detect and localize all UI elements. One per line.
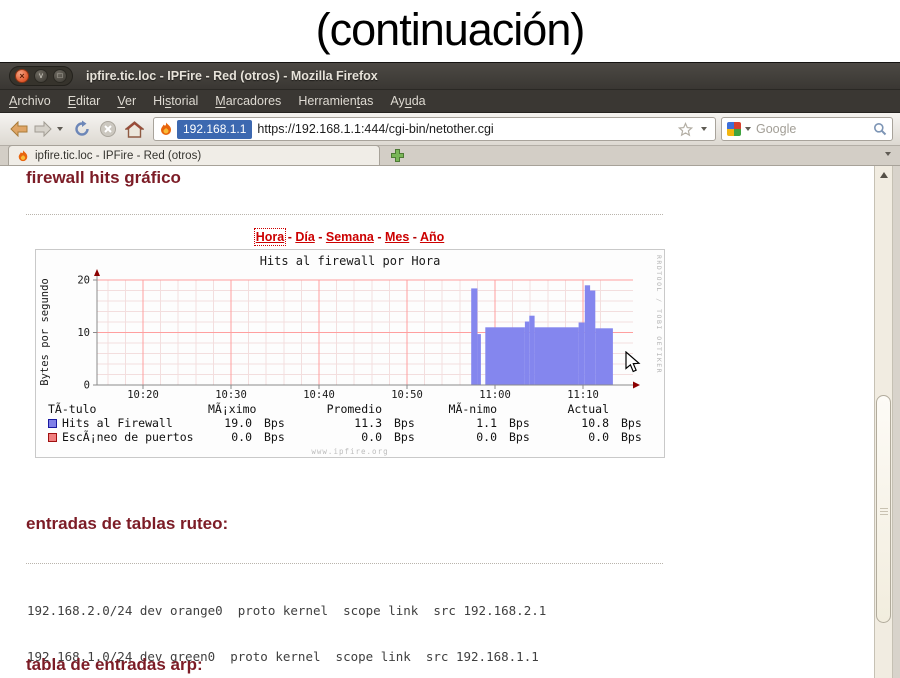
firefox-window: × v □ ipfire.tic.loc - IPFire - Red (otr… bbox=[0, 62, 900, 675]
svg-text:Bytes por segundo: Bytes por segundo bbox=[39, 278, 51, 385]
link-semana[interactable]: Semana bbox=[326, 230, 374, 244]
history-chevron-icon[interactable] bbox=[57, 127, 63, 131]
link-dia[interactable]: Día bbox=[295, 230, 314, 244]
rrdtool-credit: RRDTOOL / TOBI OETIKER bbox=[655, 255, 663, 374]
legend-header-row: TÃ-tulo MÃ¡ximo Promedio MÃ-nimo Actual bbox=[36, 402, 664, 416]
tab-list-chevron-icon[interactable] bbox=[885, 152, 891, 156]
svg-text:10: 10 bbox=[77, 327, 90, 339]
graph-legend: TÃ-tulo MÃ¡ximo Promedio MÃ-nimo Actual … bbox=[36, 402, 664, 444]
window-edge bbox=[893, 166, 900, 678]
divider bbox=[26, 563, 663, 564]
menu-historial[interactable]: Historial bbox=[153, 94, 198, 108]
link-separator: - bbox=[409, 230, 420, 244]
home-icon[interactable] bbox=[125, 121, 144, 138]
search-input[interactable] bbox=[756, 122, 873, 136]
tab-favicon-icon bbox=[17, 150, 29, 162]
tab-title: ipfire.tic.loc - IPFire - Red (otros) bbox=[35, 150, 201, 162]
link-ano[interactable]: Año bbox=[420, 230, 444, 244]
ipfire-watermark: www.ipfire.org bbox=[36, 447, 664, 456]
site-favicon-icon[interactable] bbox=[159, 122, 173, 136]
rrd-graph: 10:20 10:30 10:40 10:50 11:00 11:10 0 10 20 Hits … bbox=[35, 249, 665, 458]
menu-ver[interactable]: Ver bbox=[117, 94, 136, 108]
link-separator: - bbox=[284, 230, 295, 244]
link-mes[interactable]: Mes bbox=[385, 230, 409, 244]
menu-editar[interactable]: Editar bbox=[68, 94, 101, 108]
svg-text:10:30: 10:30 bbox=[215, 389, 247, 401]
route-line: 192.168.2.0/24 dev orange0 proto kernel … bbox=[27, 603, 644, 618]
back-icon[interactable] bbox=[9, 121, 29, 137]
menu-marcadores[interactable]: Marcadores bbox=[215, 94, 281, 108]
scrollbar-grip bbox=[880, 506, 888, 517]
menubar: Archivo Editar Ver Historial Marcadores … bbox=[0, 90, 900, 113]
window-title: ipfire.tic.loc - IPFire - Red (otros) - … bbox=[86, 69, 378, 83]
minimize-button[interactable]: v bbox=[34, 69, 48, 83]
navigation-toolbar: 192.168.1.1 https://192.168.1.1:444/cgi-… bbox=[0, 113, 900, 146]
new-tab-icon[interactable] bbox=[390, 148, 405, 163]
scroll-up-icon[interactable] bbox=[880, 172, 888, 178]
legend-row-portscan: EscÃ¡neo de puertos 0.0Bps 0.0Bps 0.0Bps… bbox=[36, 430, 664, 444]
scrollbar-thumb[interactable] bbox=[876, 395, 891, 623]
reload-icon[interactable] bbox=[73, 120, 91, 138]
svg-text:10:20: 10:20 bbox=[127, 389, 159, 401]
search-magnifier-icon[interactable] bbox=[873, 122, 887, 136]
url-bar[interactable]: 192.168.1.1 https://192.168.1.1:444/cgi-… bbox=[153, 117, 716, 141]
menu-archivo[interactable]: Archivo bbox=[9, 94, 51, 108]
bookmark-star-icon[interactable] bbox=[678, 122, 693, 137]
menu-herramientas[interactable]: Herramientas bbox=[298, 94, 373, 108]
window-controls: × v □ bbox=[9, 66, 73, 86]
scrollbar-track[interactable] bbox=[874, 166, 893, 678]
period-links: Hora - Día - Semana - Mes - Año bbox=[35, 230, 665, 244]
svg-text:11:00: 11:00 bbox=[479, 389, 511, 401]
svg-text:20: 20 bbox=[77, 275, 90, 287]
slide-title: (continuación) bbox=[0, 0, 900, 62]
legend-swatch-portscan bbox=[48, 433, 57, 442]
close-button[interactable]: × bbox=[15, 69, 29, 83]
heading-arp-table: tabla de entradas arp: bbox=[26, 655, 203, 675]
url-text[interactable]: https://192.168.1.1:444/cgi-bin/netother… bbox=[257, 122, 493, 136]
forward-icon[interactable] bbox=[33, 121, 53, 137]
search-box[interactable] bbox=[721, 117, 893, 141]
tab-strip: ipfire.tic.loc - IPFire - Red (otros) bbox=[0, 146, 900, 166]
search-engine-icon[interactable] bbox=[727, 122, 741, 136]
menu-ayuda[interactable]: Ayuda bbox=[390, 94, 425, 108]
divider bbox=[26, 214, 663, 215]
mouse-cursor bbox=[625, 351, 641, 373]
tab-ipfire[interactable]: ipfire.tic.loc - IPFire - Red (otros) bbox=[8, 145, 380, 165]
svg-text:10:50: 10:50 bbox=[391, 389, 423, 401]
search-engine-dropdown-icon[interactable] bbox=[745, 127, 751, 131]
svg-text:11:10: 11:10 bbox=[567, 389, 599, 401]
vertical-scrollbar[interactable] bbox=[874, 166, 900, 678]
legend-swatch-hits bbox=[48, 419, 57, 428]
svg-text:Hits al firewall por Hora: Hits al firewall por Hora bbox=[260, 254, 441, 268]
maximize-button[interactable]: □ bbox=[53, 69, 67, 83]
heading-firewall-hits: firewall hits gráfico bbox=[26, 168, 181, 188]
stop-icon[interactable] bbox=[99, 120, 117, 138]
svg-text:10:40: 10:40 bbox=[303, 389, 335, 401]
window-titlebar: × v □ ipfire.tic.loc - IPFire - Red (otr… bbox=[0, 63, 900, 90]
url-dropdown-icon[interactable] bbox=[701, 127, 707, 131]
link-separator: - bbox=[374, 230, 385, 244]
svg-text:0: 0 bbox=[84, 380, 90, 392]
link-separator: - bbox=[315, 230, 326, 244]
legend-row-hits: Hits al Firewall 19.0Bps 11.3Bps 1.1Bps … bbox=[36, 416, 664, 430]
site-identity-box[interactable]: 192.168.1.1 bbox=[177, 120, 252, 139]
rrd-plot: 10:20 10:30 10:40 10:50 11:00 11:10 0 10 20 Hits … bbox=[36, 250, 664, 401]
heading-routing-table: entradas de tablas ruteo: bbox=[26, 514, 228, 534]
page-viewport: firewall hits gráfico Hora - Día - Seman… bbox=[0, 166, 900, 678]
link-hora[interactable]: Hora bbox=[256, 230, 284, 244]
